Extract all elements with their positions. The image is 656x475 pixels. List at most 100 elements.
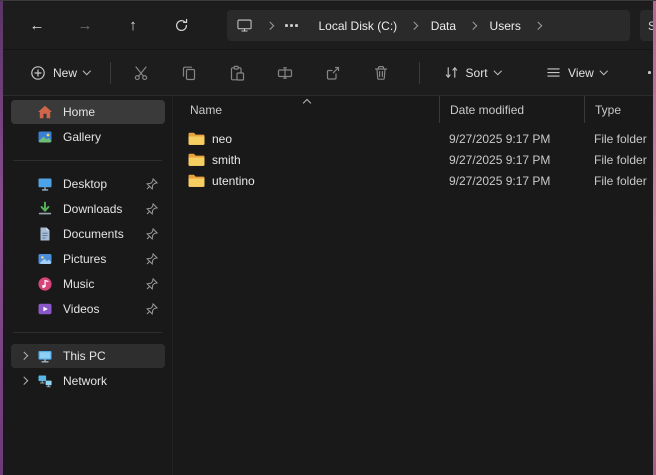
file-type: File folder: [584, 174, 656, 188]
sidebar-item-desktop[interactable]: Desktop: [11, 172, 165, 196]
column-headers: Name Date modified Type: [173, 96, 656, 123]
sidebar-item-label: Home: [63, 105, 95, 119]
breadcrumb-item-drive[interactable]: Local Disk (C:): [310, 13, 407, 39]
breadcrumb-overflow-button[interactable]: [280, 13, 304, 39]
column-header-date-modified[interactable]: Date modified: [439, 96, 584, 123]
desktop-icon: [37, 176, 54, 192]
file-row-smith[interactable]: smith 9/27/2025 9:17 PM File folder: [173, 149, 656, 170]
cut-button[interactable]: [121, 57, 161, 89]
file-list: Name Date modified Type neo 9/27/2025 9:…: [173, 96, 656, 475]
pin-icon: [146, 253, 158, 265]
copy-button[interactable]: [169, 57, 209, 89]
address-bar[interactable]: Local Disk (C:) Data Users: [227, 10, 630, 41]
refresh-icon: [174, 18, 189, 33]
chevron-right-icon: [470, 23, 476, 29]
music-icon: [37, 276, 54, 292]
pin-icon: [146, 203, 158, 215]
pin-icon: [146, 303, 158, 315]
sidebar-separator: [13, 332, 162, 333]
pictures-icon: [37, 251, 54, 267]
plus-circle-icon: [30, 65, 46, 81]
column-header-type[interactable]: Type: [584, 96, 656, 123]
folder-icon: [188, 174, 205, 188]
folder-icon: [188, 153, 205, 167]
sidebar-item-label: Gallery: [63, 130, 101, 144]
share-icon: [325, 65, 341, 81]
file-type: File folder: [584, 132, 656, 146]
sidebar-item-label: Videos: [63, 302, 99, 316]
sidebar-item-label: Music: [63, 277, 94, 291]
folder-icon: [188, 132, 205, 146]
view-icon: [546, 65, 561, 80]
new-label: New: [53, 66, 77, 80]
sort-icon: [444, 65, 459, 80]
chevron-right-icon: [267, 23, 273, 29]
forward-button[interactable]: →: [68, 11, 102, 41]
paste-icon: [229, 65, 245, 81]
sidebar-item-home[interactable]: Home: [11, 100, 165, 124]
pin-icon: [146, 278, 158, 290]
toolbar-separator: [419, 62, 420, 84]
back-button[interactable]: ←: [20, 11, 54, 41]
file-date-modified: 9/27/2025 9:17 PM: [439, 174, 584, 188]
chevron-right-icon: [411, 23, 417, 29]
sidebar-item-this-pc[interactable]: This PC: [11, 344, 165, 368]
sort-label: Sort: [466, 66, 488, 80]
ellipsis-icon: [285, 24, 298, 27]
delete-button[interactable]: [361, 57, 401, 89]
refresh-button[interactable]: [164, 11, 198, 41]
breadcrumb-item-data[interactable]: Data: [422, 13, 465, 39]
sidebar-item-label: This PC: [63, 349, 106, 363]
navigation-pane: Home Gallery Desktop: [3, 96, 173, 475]
gallery-icon: [37, 129, 54, 145]
chevron-right-icon[interactable]: [21, 378, 37, 384]
file-explorer-window: ← → ↑ Local Disk (C:) Data Users Se New: [0, 0, 656, 474]
pin-icon: [146, 178, 158, 190]
sidebar-item-label: Downloads: [63, 202, 122, 216]
chevron-down-icon: [493, 67, 501, 75]
file-row-utentino[interactable]: utentino 9/27/2025 9:17 PM File folder: [173, 170, 656, 191]
sidebar-item-pictures[interactable]: Pictures: [11, 247, 165, 271]
command-bar: New Sort View: [3, 50, 656, 96]
chevron-right-icon[interactable]: [21, 353, 37, 359]
sidebar-separator: [13, 160, 162, 161]
sidebar-item-music[interactable]: Music: [11, 272, 165, 296]
this-pc-icon: [37, 348, 54, 364]
forward-arrow-icon: →: [78, 17, 93, 34]
home-icon: [37, 104, 54, 120]
sidebar-item-label: Documents: [63, 227, 124, 241]
sidebar-item-downloads[interactable]: Downloads: [11, 197, 165, 221]
sidebar-item-documents[interactable]: Documents: [11, 222, 165, 246]
view-button[interactable]: View: [536, 57, 616, 89]
monitor-icon: [237, 18, 252, 33]
chevron-down-icon: [83, 67, 91, 75]
rename-button[interactable]: [265, 57, 305, 89]
back-arrow-icon: ←: [30, 17, 45, 34]
share-button[interactable]: [313, 57, 353, 89]
sidebar-item-label: Network: [63, 374, 107, 388]
file-date-modified: 9/27/2025 9:17 PM: [439, 153, 584, 167]
file-name: smith: [212, 153, 241, 167]
file-name: neo: [212, 132, 232, 146]
cut-icon: [133, 65, 149, 81]
file-name: utentino: [212, 174, 255, 188]
breadcrumb-item-users[interactable]: Users: [481, 13, 530, 39]
sidebar-item-network[interactable]: Network: [11, 369, 165, 393]
paste-button[interactable]: [217, 57, 257, 89]
new-button[interactable]: New: [20, 57, 100, 89]
chevron-down-icon: [600, 67, 608, 75]
chevron-right-icon: [535, 23, 541, 29]
left-edge-strip: [0, 1, 3, 475]
file-date-modified: 9/27/2025 9:17 PM: [439, 132, 584, 146]
pin-icon: [146, 228, 158, 240]
up-button[interactable]: ↑: [116, 11, 150, 41]
file-row-neo[interactable]: neo 9/27/2025 9:17 PM File folder: [173, 128, 656, 149]
sort-button[interactable]: Sort: [434, 57, 511, 89]
videos-icon: [37, 301, 54, 317]
sidebar-item-videos[interactable]: Videos: [11, 297, 165, 321]
documents-icon: [37, 226, 54, 242]
toolbar-separator: [110, 62, 111, 84]
file-type: File folder: [584, 153, 656, 167]
sidebar-item-gallery[interactable]: Gallery: [11, 125, 165, 149]
copy-icon: [181, 65, 197, 81]
